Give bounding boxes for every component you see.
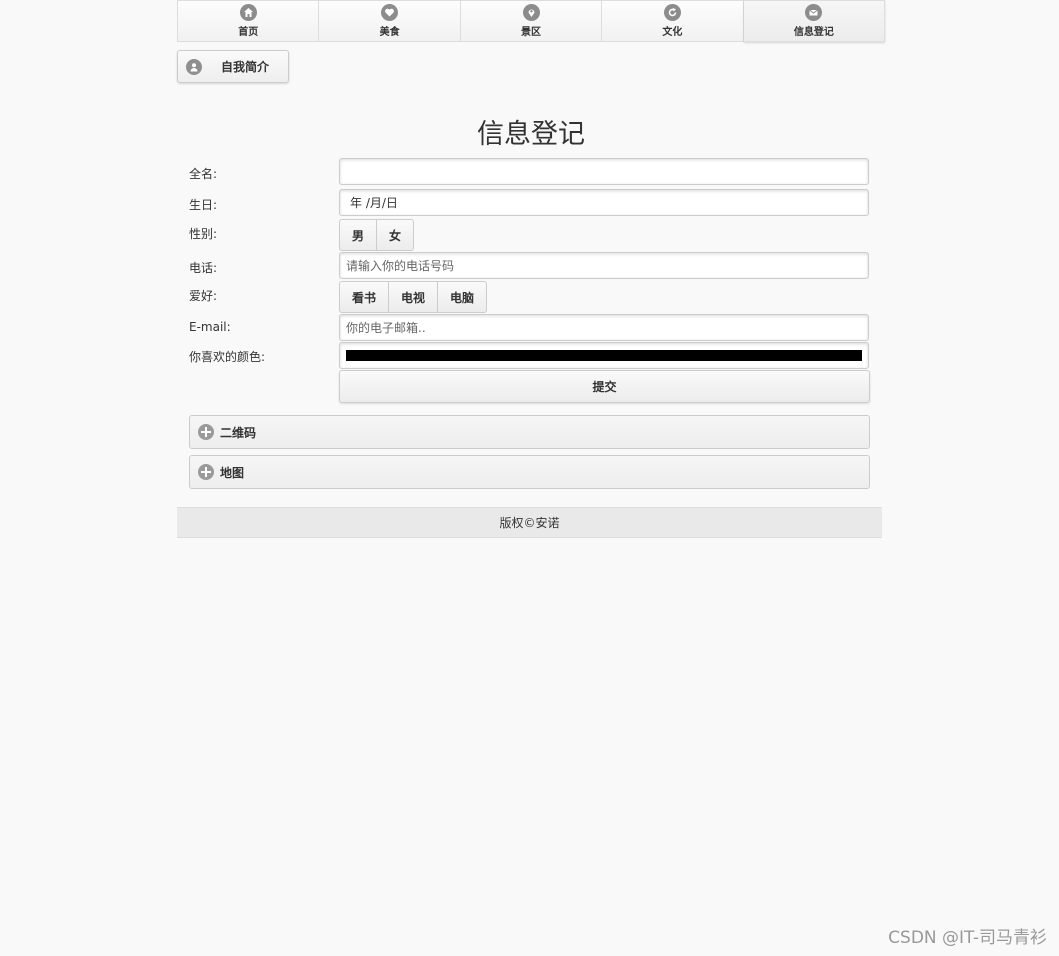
nav-label-register: 信息登记	[793, 27, 834, 38]
gender-radio-group: 男 女	[339, 219, 415, 251]
name-label: 全名:	[189, 167, 218, 181]
nav-item-scenic[interactable]: 景区	[460, 0, 603, 42]
nav-item-culture[interactable]: 文化	[602, 0, 744, 42]
submit-button[interactable]: 提交	[339, 370, 870, 403]
birthday-date-input[interactable]: 年 /月/日	[339, 189, 869, 216]
gender-female-radio[interactable]: 女	[377, 219, 415, 251]
gender-male-radio[interactable]: 男	[339, 219, 378, 251]
refresh-icon	[663, 4, 681, 21]
hobby-reading-checkbox[interactable]: 看书	[339, 281, 390, 313]
page-title: 信息登记	[477, 119, 585, 150]
heart-icon	[381, 4, 399, 21]
phone-input[interactable]	[339, 252, 869, 279]
hobby-computer-checkbox[interactable]: 电脑	[438, 281, 488, 313]
email-input[interactable]	[339, 314, 869, 341]
profile-button[interactable]: 自我简介	[177, 50, 289, 83]
phone-label: 电话:	[189, 261, 218, 275]
collapsible-map-title: 地图	[220, 465, 245, 480]
nav-label-food: 美食	[379, 27, 400, 38]
gender-label: 性别:	[189, 227, 218, 241]
birthday-label: 生日:	[189, 198, 218, 212]
location-icon	[522, 4, 540, 21]
nav-label-scenic: 景区	[521, 27, 542, 38]
hobby-checkbox-group: 看书 电视 电脑	[339, 281, 488, 313]
collapsible-qrcode-title: 二维码	[220, 425, 257, 440]
birthday-value: 年 /月/日	[350, 196, 398, 210]
plus-icon	[198, 424, 214, 440]
hobby-label: 爱好:	[189, 289, 218, 303]
color-label: 你喜欢的颜色:	[189, 350, 266, 364]
profile-button-label: 自我简介	[221, 60, 270, 74]
color-picker-input[interactable]	[339, 342, 869, 369]
mail-icon	[805, 4, 823, 21]
nav-item-food[interactable]: 美食	[319, 0, 461, 42]
collapsible-qrcode[interactable]: 二维码	[189, 415, 870, 449]
nav-label-culture: 文化	[662, 27, 683, 38]
email-label: E-mail:	[189, 320, 231, 334]
hobby-tv-checkbox[interactable]: 电视	[389, 281, 439, 313]
footer: 版权©安诺	[177, 507, 882, 538]
home-icon	[239, 4, 257, 21]
name-input[interactable]	[339, 158, 869, 185]
top-navbar: 首页 美食 景区 文化 信息登记	[177, 0, 886, 44]
nav-item-home[interactable]: 首页	[177, 0, 320, 42]
plus-icon	[198, 464, 214, 480]
watermark: CSDN @IT-司马青衫	[888, 928, 1047, 948]
user-icon	[186, 58, 202, 75]
nav-item-register[interactable]: 信息登记	[743, 0, 886, 42]
color-swatch	[346, 350, 862, 361]
collapsible-map[interactable]: 地图	[189, 455, 870, 489]
nav-label-home: 首页	[238, 27, 259, 38]
